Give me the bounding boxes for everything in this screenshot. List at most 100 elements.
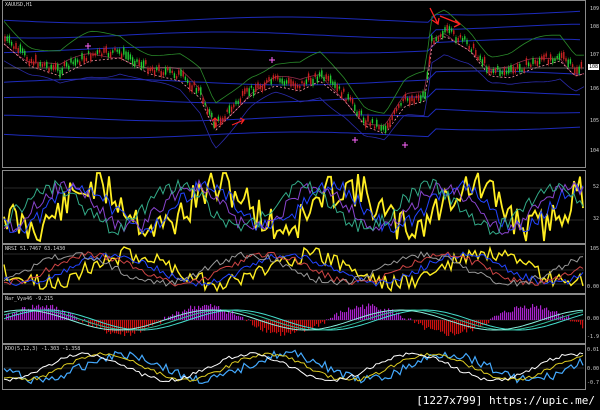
price-candle-body: [105, 46, 107, 53]
price-candle-body: [26, 56, 28, 61]
price-candle-body: [270, 79, 272, 85]
histogram-bar: [500, 313, 502, 320]
price-candle-body: [376, 119, 378, 127]
histogram-bar: [366, 306, 368, 320]
price-candle-body: [81, 53, 83, 60]
price-candle-body: [279, 78, 281, 83]
price-candle-body: [87, 51, 90, 54]
price-candle-body: [492, 68, 495, 73]
histogram-bar: [334, 314, 336, 320]
price-candle-body: [481, 59, 484, 66]
nrsi-pane[interactable]: NRSI 51.7467 63.1430 105 0.00: [0, 244, 600, 294]
histogram-bar: [206, 304, 208, 320]
price-candle-body: [140, 62, 143, 69]
histogram-bar: [428, 320, 430, 327]
price-candle-body: [156, 67, 158, 71]
histogram-bar: [252, 320, 254, 326]
price-candle-body: [239, 98, 242, 104]
nrsi-axis: 105 0.00: [584, 244, 600, 294]
histogram-bar: [346, 311, 348, 320]
histogram-bar: [186, 311, 188, 320]
price-candle-body: [285, 80, 288, 84]
histogram-bar: [44, 307, 46, 320]
histogram-bar: [10, 316, 12, 320]
kdo-pane[interactable]: KDO(5,12,3) -1.303 -1.358 0.01 0.00 -0.7: [0, 344, 600, 390]
nrsi-canvas[interactable]: [0, 244, 586, 294]
price-candle-body: [371, 119, 374, 123]
price-chart-canvas[interactable]: [0, 0, 586, 168]
price-candle-body: [521, 69, 523, 72]
price-candle-body: [96, 50, 99, 54]
histogram-bar: [218, 305, 220, 320]
price-candle-body: [400, 103, 402, 106]
histogram-bar: [108, 320, 110, 333]
histogram-bar: [126, 320, 128, 334]
price-candle-body: [516, 63, 519, 69]
histogram-bar: [414, 320, 416, 324]
signal-cross-icon: [402, 142, 408, 148]
price-candle-body: [164, 67, 167, 75]
oscillator-1-canvas[interactable]: [0, 170, 586, 244]
price-candle-body: [83, 55, 85, 63]
price-candle-body: [422, 91, 424, 98]
histogram-bar: [404, 318, 406, 320]
histogram-bar: [240, 316, 242, 320]
histogram-bar: [550, 311, 552, 320]
sell-arrow-icon: [439, 15, 462, 28]
price-candle-body: [79, 61, 81, 66]
histogram-bar: [272, 320, 274, 333]
histogram-bar: [216, 306, 218, 320]
price-candle-body: [145, 60, 147, 65]
histogram-bar: [256, 320, 258, 328]
histogram-bar: [436, 320, 438, 331]
price-candle-body: [114, 47, 116, 51]
price-candle-body: [180, 69, 182, 77]
price-candle-body: [92, 53, 94, 56]
price-chart-pane[interactable]: XAUUSD,H1 109 108 107 108 106 105 104: [0, 0, 600, 168]
price-candle-body: [147, 67, 149, 74]
histogram-bar: [538, 308, 540, 320]
histogram-bar: [238, 315, 240, 320]
histogram-bar: [394, 314, 396, 320]
histogram-bar: [128, 320, 130, 333]
oscillator-1-axis: 52 32: [584, 170, 600, 244]
kdo-canvas[interactable]: [0, 344, 586, 390]
histogram-bar: [378, 309, 380, 320]
price-candle-body: [129, 54, 132, 60]
histogram-bar: [572, 320, 574, 322]
histogram-bar: [306, 320, 308, 328]
price-candle-body: [120, 53, 123, 59]
oscillator-pane-1[interactable]: 52 32: [0, 170, 600, 244]
price-candle-body: [571, 64, 574, 68]
histogram-bar: [518, 308, 520, 320]
price-candle-body: [211, 112, 213, 118]
price-candle-body: [450, 28, 453, 32]
price-candle-body: [48, 67, 50, 72]
price-candle-body: [101, 53, 103, 57]
histogram-bar: [362, 304, 364, 320]
histogram-bar: [578, 320, 580, 322]
price-candle-body: [459, 34, 462, 38]
price-candle-body: [30, 58, 33, 63]
histogram-bar: [506, 312, 508, 320]
price-candle-body: [316, 76, 319, 83]
histogram-bar: [542, 309, 544, 320]
price-candle-body: [299, 85, 301, 89]
price-candle-body: [123, 47, 125, 55]
price-candle-body: [228, 105, 231, 114]
price-candle-body: [10, 41, 13, 46]
histogram-canvas[interactable]: [0, 294, 586, 344]
histogram-pane[interactable]: Nar_Vya46 -9.215 0.00 -1.9: [0, 294, 600, 344]
price-candle-body: [57, 64, 59, 71]
price-candle-body: [439, 34, 442, 38]
price-candle-body: [343, 88, 345, 92]
price-candle-body: [184, 76, 187, 81]
histogram-bar: [56, 306, 58, 320]
histogram-bar: [282, 320, 284, 333]
histogram-bar: [320, 320, 322, 324]
price-candle-body: [52, 65, 55, 70]
price-candle-body: [508, 67, 510, 74]
histogram-bar: [332, 317, 334, 320]
price-candle-body: [477, 56, 479, 60]
price-candle-body: [433, 40, 435, 45]
